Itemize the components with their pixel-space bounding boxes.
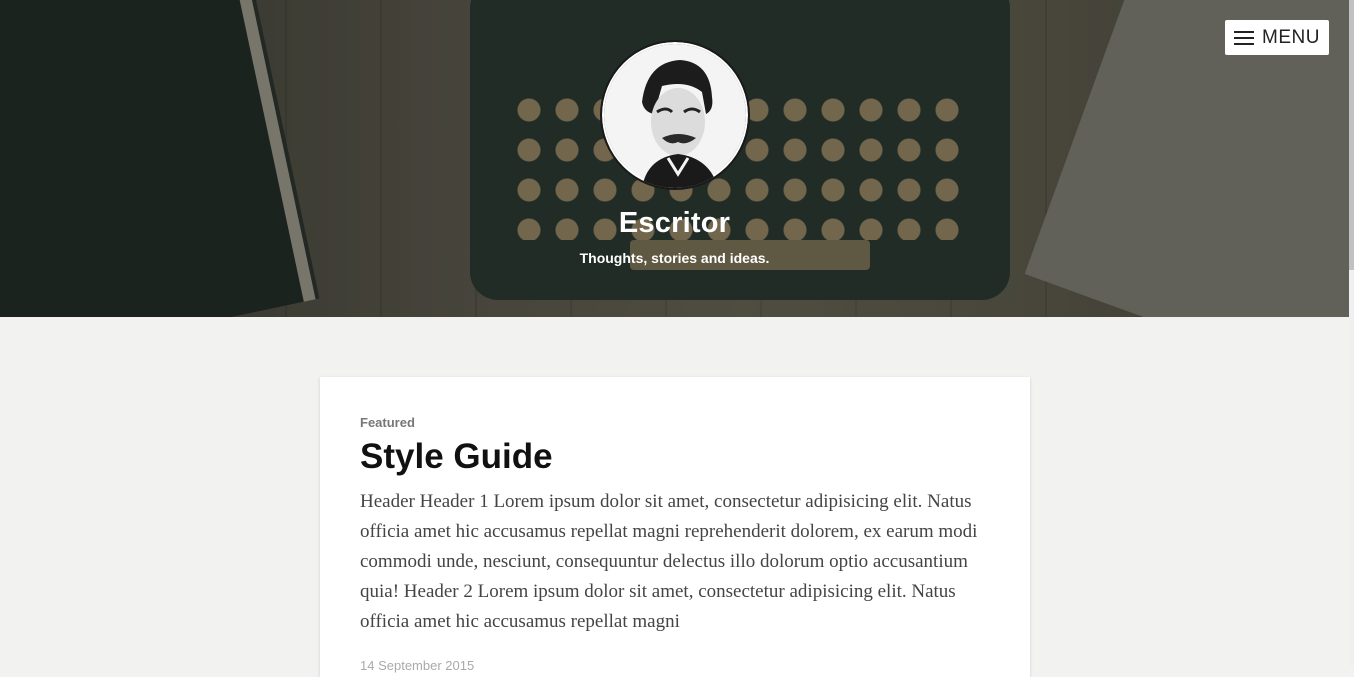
menu-button[interactable]: MENU — [1225, 20, 1329, 55]
menu-label: MENU — [1262, 26, 1320, 48]
post-title[interactable]: Style Guide — [360, 437, 553, 477]
site-header: Escritor Thoughts, stories and ideas. ME… — [0, 0, 1349, 317]
scrollbar-thumb[interactable] — [1349, 0, 1354, 270]
site-title[interactable]: Escritor — [0, 207, 1349, 240]
site-tagline: Thoughts, stories and ideas. — [579, 250, 770, 266]
portrait-illustration — [604, 44, 746, 188]
featured-post-card: Featured Style Guide Header Header 1 Lor… — [320, 377, 1030, 677]
page-scrollbar[interactable] — [1349, 0, 1354, 666]
hamburger-icon — [1234, 30, 1255, 45]
post-excerpt: Header Header 1 Lorem ipsum dolor sit am… — [360, 491, 978, 632]
post-tag[interactable]: Featured — [360, 415, 415, 430]
author-avatar[interactable] — [600, 40, 750, 190]
